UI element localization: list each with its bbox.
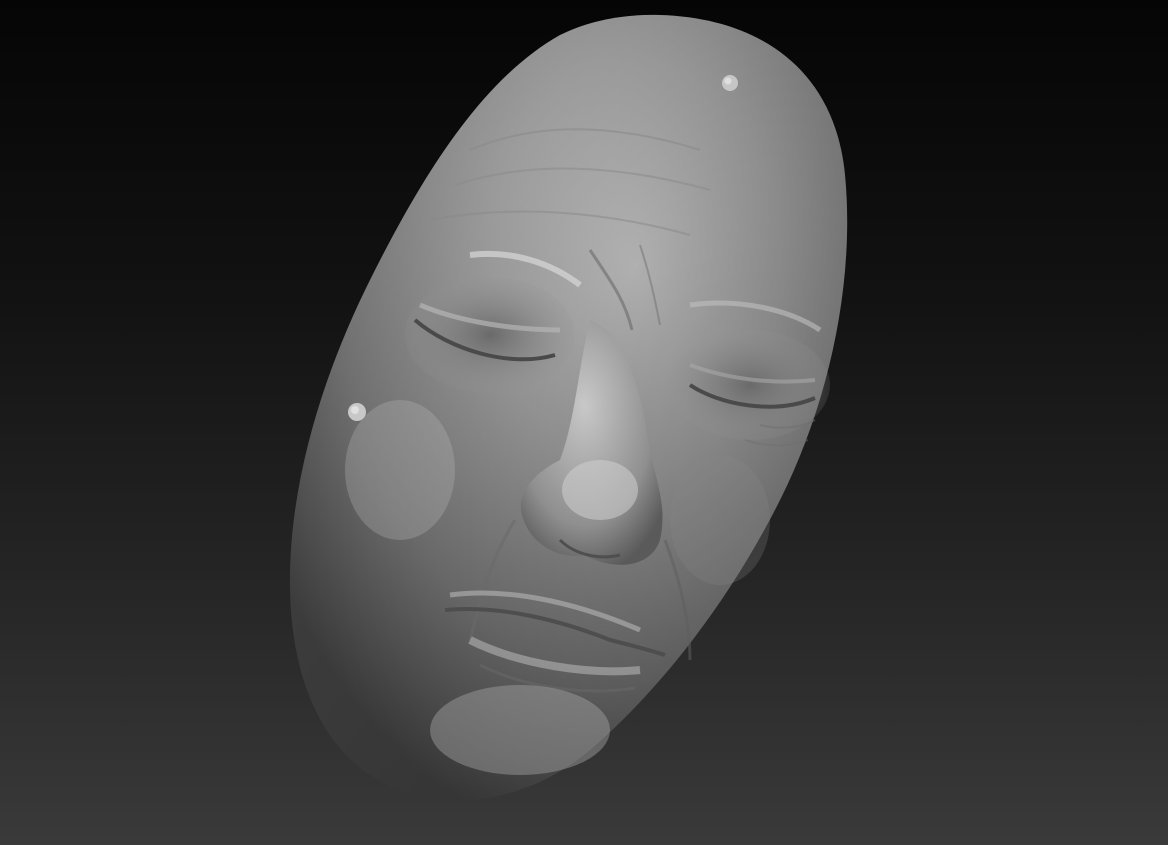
left-eye-socket [405,277,575,393]
chin [430,685,610,775]
face-mask-model[interactable] [0,0,1168,845]
3d-viewport[interactable] [0,0,1168,845]
